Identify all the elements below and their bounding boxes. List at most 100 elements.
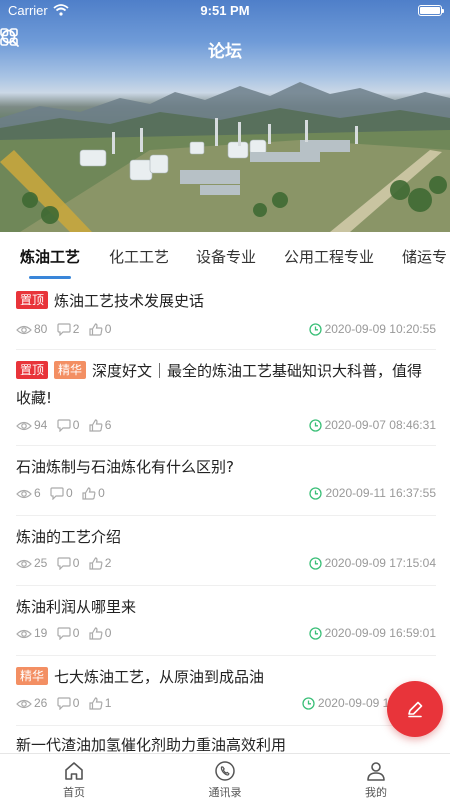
post-title: 七大炼油工艺，从原油到成品油 (54, 668, 265, 686)
post-timestamp: 2020-09-09 17:15:04 (324, 556, 436, 570)
post-title-row: 石油炼制与石油炼化有什么区别? (16, 454, 436, 481)
list-item[interactable]: 置顶 炼油工艺技术发展史话 80 2 0 2020-09-09 10:20:55 (16, 288, 436, 350)
post-stats: 25 0 2 (16, 556, 117, 572)
featured-badge: 精华 (54, 361, 87, 379)
comments-icon (57, 557, 71, 571)
clock-icon (308, 557, 322, 570)
comments-icon (57, 697, 71, 711)
new-post-button[interactable] (387, 681, 443, 737)
tab-bar-label: 通讯录 (208, 786, 242, 799)
tab-bar-home[interactable]: 首页 (34, 760, 114, 800)
pinned-badge: 置顶 (16, 291, 49, 309)
post-title-row: 炼油利润从哪里来 (16, 594, 436, 621)
nav-bar: 论坛 (0, 28, 450, 68)
post-timestamp: 2020-09-09 16:59:01 (324, 626, 436, 640)
views-icon (16, 421, 32, 431)
person-icon (367, 762, 385, 781)
views-icon (16, 699, 32, 709)
active-tab-indicator (29, 276, 71, 279)
views-count: 80 (34, 322, 48, 336)
clock-icon (308, 419, 322, 432)
edit-pencil-icon (408, 701, 423, 718)
post-stats: 6 0 0 (16, 486, 111, 502)
comments-count: 0 (72, 418, 80, 432)
post-timestamp: 2020-09-11 16:37:55 (325, 486, 436, 500)
search-icon[interactable] (0, 28, 20, 48)
tab-utilities[interactable]: 公用工程专业 (284, 246, 374, 267)
post-title: 新一代渣油加氢催化剂助力重油高效利用 (16, 736, 287, 754)
pinned-badge: 置顶 (16, 361, 49, 379)
views-count: 25 (34, 556, 48, 570)
post-time: 2020-09-09 17:15:04 (308, 556, 436, 572)
clock-icon (308, 323, 322, 336)
comments-icon (57, 419, 71, 433)
post-stats: 19 0 0 (16, 626, 117, 642)
comments-count: 0 (72, 556, 80, 570)
list-item[interactable]: 炼油的工艺介绍 25 0 2 2020-09-09 17:15:04 (16, 524, 436, 586)
comments-count: 0 (72, 696, 80, 710)
tab-equipment[interactable]: 设备专业 (196, 246, 256, 267)
post-timestamp: 2020-09-09 16 (317, 696, 396, 710)
views-icon (16, 489, 32, 499)
comments-icon (57, 323, 71, 337)
list-item[interactable]: 炼油利润从哪里来 19 0 0 2020-09-09 16:59:01 (16, 594, 436, 656)
list-item[interactable]: 置顶 精华 深度好文｜最全的炼油工艺基础知识大科普，值得收藏! 94 0 6 202… (16, 358, 436, 446)
post-stats: 26 0 1 (16, 696, 117, 712)
comments-icon (50, 487, 64, 501)
tab-bar-label: 我的 (365, 786, 387, 799)
page-title: 论坛 (208, 42, 242, 62)
views-count: 6 (34, 486, 41, 500)
header-banner: Carrier 9:51 PM 论坛 (0, 0, 450, 232)
comments-icon (57, 627, 71, 641)
list-item[interactable]: 新一代渣油加氢催化剂助力重油高效利用 (16, 732, 436, 754)
views-icon (16, 325, 32, 335)
category-tabs: 炼油工艺 化工工艺 设备专业 公用工程专业 储运专 (0, 232, 450, 282)
post-time: 2020-09-09 16:59:01 (308, 626, 436, 642)
clock-icon (309, 487, 323, 500)
comments-count: 2 (72, 322, 80, 336)
post-title-row: 置顶 精华 深度好文｜最全的炼油工艺基础知识大科普，值得收藏! (16, 358, 436, 412)
post-time: 2020-09-11 16:37:55 (309, 486, 436, 502)
post-title-row: 精华 七大炼油工艺，从原油到成品油 (16, 664, 436, 691)
post-title: 炼油工艺技术发展史话 (54, 292, 205, 310)
tab-bar-profile[interactable]: 我的 (336, 760, 416, 800)
likes-count: 1 (104, 696, 112, 710)
post-title-row: 炼油的工艺介绍 (16, 524, 436, 551)
like-icon (89, 557, 103, 570)
post-time: 2020-09-09 10:20:55 (308, 322, 436, 338)
tab-bar-label: 首页 (63, 786, 85, 799)
comments-count: 0 (72, 626, 80, 640)
likes-count: 2 (104, 556, 112, 570)
likes-count: 6 (104, 418, 112, 432)
like-icon (89, 627, 103, 640)
views-count: 26 (34, 696, 48, 710)
home-icon (65, 762, 83, 780)
post-title: 炼油的工艺介绍 (16, 528, 122, 546)
phone-icon (215, 761, 235, 781)
battery-icon (418, 5, 444, 16)
tab-refining[interactable]: 炼油工艺 (20, 246, 80, 267)
post-timestamp: 2020-09-09 10:20:55 (324, 322, 436, 336)
like-icon (89, 323, 103, 336)
post-stats: 80 2 0 (16, 322, 117, 338)
tab-storage[interactable]: 储运专 (402, 246, 447, 267)
list-item[interactable]: 石油炼制与石油炼化有什么区别? 6 0 0 2020-09-11 16:37:5… (16, 454, 436, 516)
list-item[interactable]: 精华 七大炼油工艺，从原油到成品油 26 0 1 2020-09-09 16 (16, 664, 436, 726)
post-title: 炼油利润从哪里来 (16, 598, 137, 616)
tab-bar-contacts[interactable]: 通讯录 (185, 760, 265, 800)
like-icon (89, 697, 103, 710)
status-bar: Carrier 9:51 PM (0, 0, 450, 22)
post-title: 石油炼制与石油炼化有什么区别? (16, 458, 234, 476)
views-icon (16, 629, 32, 639)
post-time: 2020-09-09 16 (302, 696, 396, 712)
like-icon (82, 487, 96, 500)
likes-count: 0 (104, 322, 112, 336)
views-icon (16, 559, 32, 569)
views-count: 94 (34, 418, 48, 432)
tab-chemical[interactable]: 化工工艺 (109, 246, 169, 267)
likes-count: 0 (104, 626, 112, 640)
like-icon (89, 419, 103, 432)
bottom-tab-bar: 首页 通讯录 我的 (0, 753, 450, 805)
post-title-row: 置顶 炼油工艺技术发展史话 (16, 288, 436, 315)
post-time: 2020-09-07 08:46:31 (308, 418, 436, 434)
